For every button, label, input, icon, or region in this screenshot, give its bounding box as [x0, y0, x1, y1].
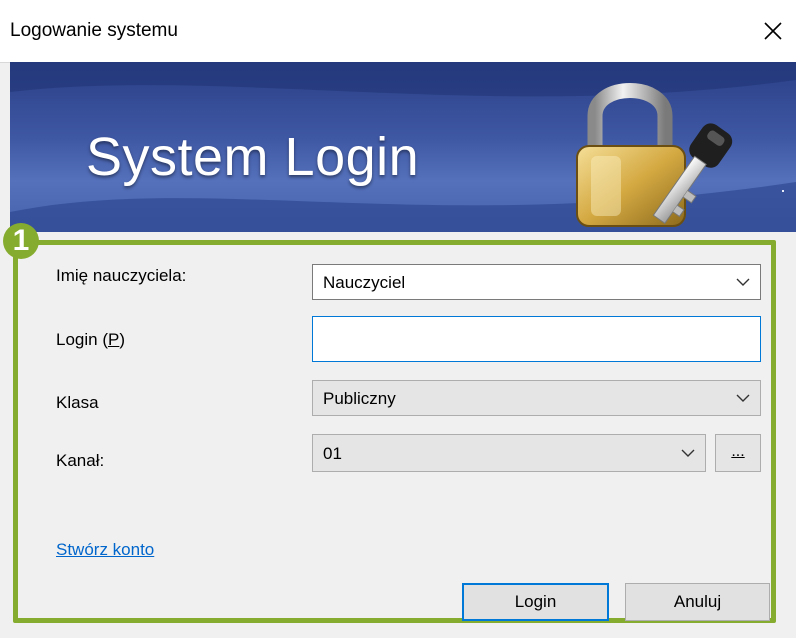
teacher-name-value: Nauczyciel — [323, 273, 406, 292]
banner-dot — [782, 190, 784, 192]
chevron-down-icon — [681, 449, 695, 457]
step-badge: 1 — [3, 223, 39, 259]
close-button[interactable] — [750, 0, 796, 62]
login-label-accesskey: P — [107, 330, 120, 349]
padlock-key-icon — [576, 83, 733, 227]
window-title: Logowanie systemu — [10, 20, 178, 41]
browse-label: ... — [731, 443, 745, 460]
class-value: Publiczny — [323, 389, 396, 408]
channel-browse-button[interactable]: ... — [715, 434, 761, 472]
login-label: Login (P) — [56, 330, 125, 350]
login-input[interactable] — [312, 316, 761, 362]
channel-label: Kanał: — [56, 451, 105, 470]
login-button-label: Login — [514, 592, 557, 611]
class-label: Klasa — [56, 393, 99, 412]
login-button[interactable]: Login — [462, 583, 609, 621]
login-banner: System Login — [10, 62, 796, 232]
chevron-down-icon — [736, 394, 750, 402]
create-account-link[interactable]: Stwórz konto — [56, 540, 154, 560]
login-label-prefix: Login ( — [56, 330, 108, 349]
banner-title: System Login — [86, 127, 420, 187]
cancel-button-label: Anuluj — [673, 592, 722, 611]
title-bar: Logowanie systemu — [0, 0, 796, 63]
class-select[interactable]: Publiczny — [312, 380, 761, 416]
close-icon — [764, 22, 782, 40]
channel-select[interactable]: 01 — [312, 434, 706, 472]
teacher-name-label: Imię nauczyciela: — [56, 266, 187, 285]
channel-value: 01 — [323, 444, 342, 463]
teacher-name-select[interactable]: Nauczyciel — [312, 264, 761, 300]
cancel-button[interactable]: Anuluj — [625, 583, 770, 621]
chevron-down-icon — [736, 278, 750, 286]
login-label-suffix: ) — [119, 330, 125, 349]
